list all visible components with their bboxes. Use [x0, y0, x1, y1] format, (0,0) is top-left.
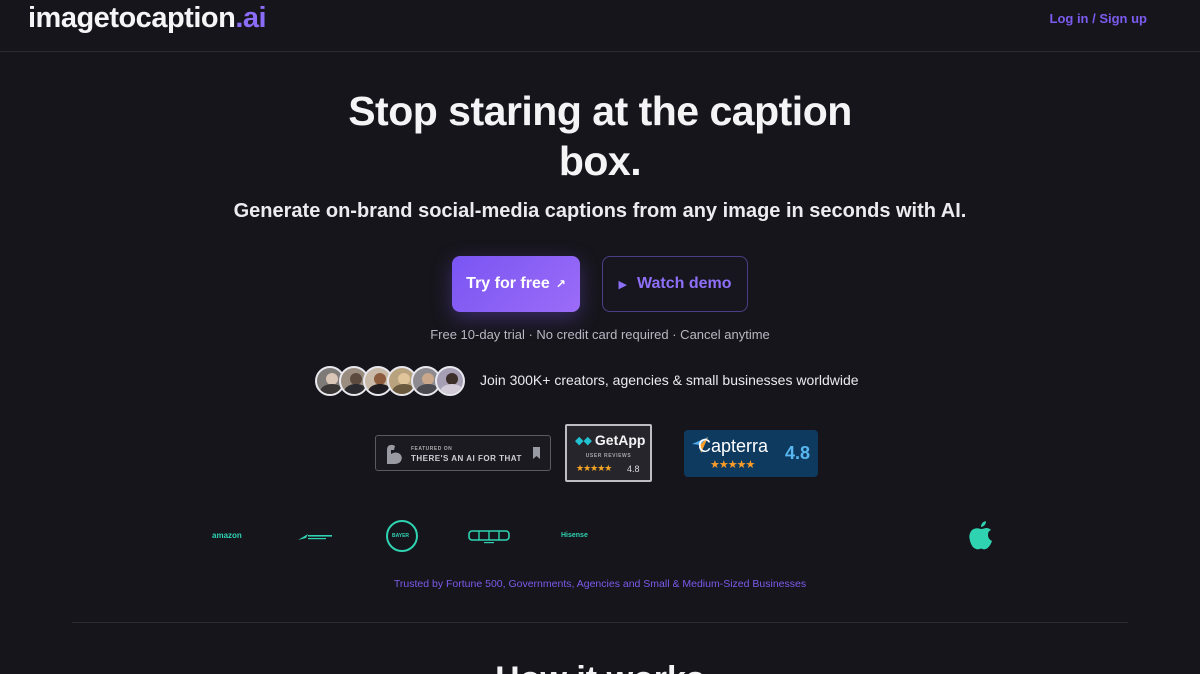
- try-for-free-button[interactable]: Try for free ↗: [452, 256, 580, 312]
- bookmark-icon: [533, 447, 540, 459]
- capterra-score: 4.8: [785, 443, 811, 463]
- getapp-badge[interactable]: ◆◆ GetApp USER REVIEWS ★★★★★ 4.8: [565, 424, 652, 482]
- play-icon: ▶: [618, 278, 627, 291]
- bayer-logo: BAYER: [386, 520, 418, 552]
- avatar-group: [315, 366, 465, 396]
- join-text: Join 300K+ creators, agencies & small bu…: [480, 372, 859, 388]
- bayer-text: BAYER: [392, 533, 410, 539]
- site-logo[interactable]: imagetocaption.ai: [28, 2, 267, 35]
- capterra-stars: ★★★★★: [710, 459, 755, 471]
- trial-note: Free 10-day trial · No credit card requi…: [430, 327, 770, 342]
- amazon-logo: amazon: [212, 531, 242, 540]
- apple-logo: [969, 521, 992, 550]
- getapp-user-reviews: USER REVIEWS: [585, 453, 632, 459]
- logo-text: imagetocaption: [28, 2, 236, 34]
- getapp-name: GetApp: [594, 432, 646, 448]
- hero-subtitle: Generate on-brand social-media captions …: [233, 200, 967, 222]
- trusted-by-text: Trusted by Fortune 500, Governments, Age…: [393, 578, 807, 590]
- flexed-arm-icon: [387, 444, 402, 464]
- getapp-diamond-icon: ◆◆: [575, 434, 592, 447]
- getapp-stars: ★★★★★: [576, 463, 612, 473]
- hero-title-line1: Stop staring at the caption: [348, 88, 852, 134]
- hero-title: Stop staring at the caption box.: [300, 86, 900, 186]
- capterra-badge[interactable]: Capterra ★★★★★ 4.8: [684, 430, 818, 477]
- watch-demo-button[interactable]: ▶ Watch demo: [602, 256, 748, 312]
- hero-title-line2: box.: [558, 138, 642, 184]
- getapp-logo: ◆◆ GetApp: [575, 432, 645, 448]
- try-for-free-label: Try for free: [466, 275, 550, 292]
- login-signup-link[interactable]: Log in / Sign up: [1050, 11, 1147, 26]
- getapp-score: 4.8: [627, 464, 640, 474]
- watch-demo-label: Watch demo: [636, 275, 732, 292]
- how-it-works-heading: How it works: [300, 660, 900, 674]
- avatar: [435, 366, 465, 396]
- hisense-logo: Hisense: [561, 532, 588, 539]
- section-divider: [72, 622, 1128, 623]
- aift-featured-label: FEATURED ON: [411, 446, 453, 452]
- logo-suffix: .ai: [235, 2, 267, 34]
- capterra-name: Capterra: [698, 436, 769, 456]
- arrow-up-right-icon: ↗: [555, 277, 566, 291]
- aift-name: THERE'S AN AI FOR THAT: [411, 454, 522, 463]
- theres-an-ai-for-that-badge[interactable]: FEATURED ON THERE'S AN AI FOR THAT: [375, 435, 551, 471]
- site-header: imagetocaption.ai Log in / Sign up: [0, 0, 1200, 52]
- toyo-logo: [468, 530, 510, 544]
- airline-logo: [298, 534, 332, 540]
